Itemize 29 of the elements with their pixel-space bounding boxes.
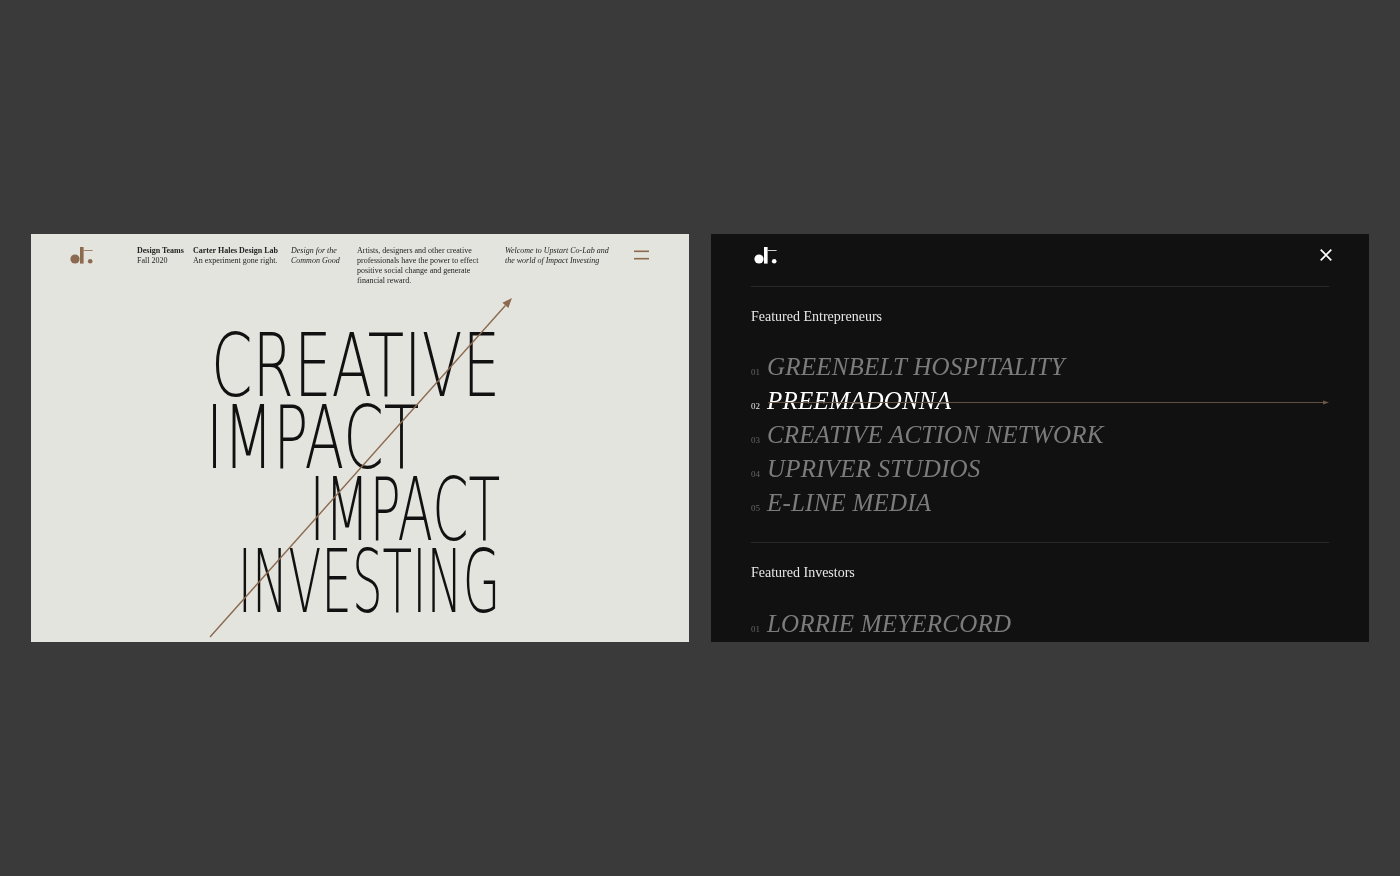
header-subtitle: An experiment gone right. bbox=[193, 256, 278, 266]
menu-link[interactable]: LORRIE MEYERCORD bbox=[767, 609, 1012, 639]
menu-link[interactable]: PREEMADONNA bbox=[767, 386, 952, 416]
menu-icon bbox=[634, 250, 649, 260]
section-heading: Featured Entrepreneurs bbox=[751, 308, 882, 326]
close-icon bbox=[1320, 249, 1332, 261]
hero-title-line: IMPACT bbox=[309, 474, 500, 546]
logo-icon bbox=[70, 246, 94, 264]
item-number: 05 bbox=[751, 503, 760, 513]
section-heading: Featured Investors bbox=[751, 564, 855, 582]
item-number: 01 bbox=[751, 624, 760, 634]
header-subtitle: Fall 2020 bbox=[137, 256, 168, 266]
logo-icon bbox=[754, 246, 778, 264]
item-number: 02 bbox=[751, 401, 760, 411]
hero-title-line: INVESTING bbox=[237, 546, 500, 618]
menu-link[interactable]: GREENBELT HOSPITALITY bbox=[767, 352, 1065, 382]
header-title: Carter Hales Design Lab bbox=[193, 246, 278, 256]
menu-link[interactable]: E-LINE MEDIA bbox=[767, 488, 932, 518]
item-number: 04 bbox=[751, 469, 760, 479]
close-button[interactable] bbox=[1320, 249, 1332, 261]
menu-link[interactable]: CREATIVE ACTION NETWORK bbox=[767, 420, 1104, 450]
header-tagline: Welcome to Upstart Co-Lab and the world of Impact Investing bbox=[505, 246, 610, 266]
item-number: 01 bbox=[751, 367, 760, 377]
item-number: 03 bbox=[751, 435, 760, 445]
header-tagline: Design for the Common Good bbox=[291, 246, 341, 266]
menu-link[interactable]: UPRIVER STUDIOS bbox=[767, 454, 981, 484]
header-paragraph: Artists, designers and other creative professionals have the power to effect positive social change and generate financial reward. bbox=[357, 246, 480, 286]
menu-button[interactable] bbox=[634, 250, 649, 260]
header-title: Design Teams bbox=[137, 246, 184, 256]
